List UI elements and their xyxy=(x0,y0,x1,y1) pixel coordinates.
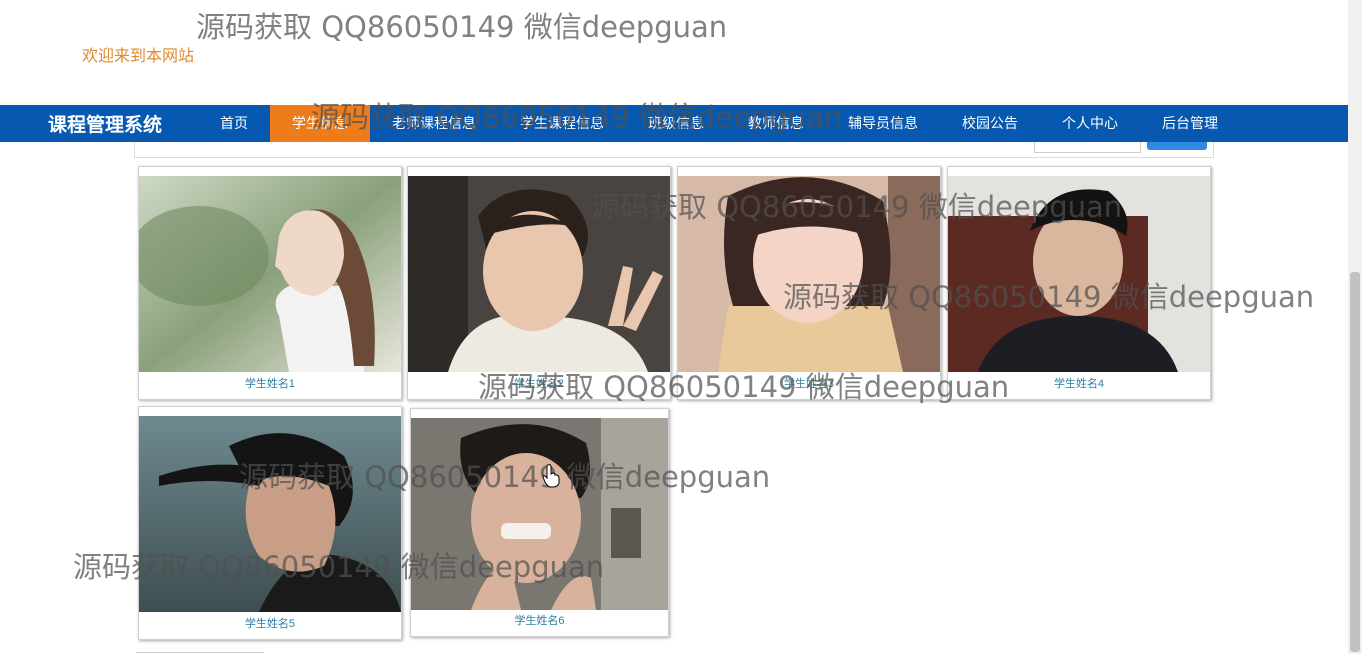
watermark-text: 源码获取 QQ86050149 微信deepguan xyxy=(311,100,843,134)
watermark-text: 源码获取 QQ86050149 微信deepguan xyxy=(239,460,771,494)
nav-home[interactable]: 首页 xyxy=(198,105,270,142)
search-input[interactable] xyxy=(1034,142,1141,153)
watermark-text: 源码获取 QQ86050149 微信deepguan xyxy=(73,550,605,584)
hand-cursor-icon xyxy=(542,464,560,493)
student-name[interactable]: 学生姓名1 xyxy=(139,375,401,391)
nav-counselor-info[interactable]: 辅导员信息 xyxy=(826,105,940,142)
student-photo[interactable] xyxy=(139,176,401,372)
nav-admin[interactable]: 后台管理 xyxy=(1140,105,1240,142)
watermark-text: 源码获取 QQ86050149 微信deepguan xyxy=(783,280,1315,314)
footer-divider xyxy=(136,652,264,653)
scrollbar-thumb[interactable] xyxy=(1350,272,1360,652)
nav-campus-notice[interactable]: 校园公告 xyxy=(940,105,1040,142)
student-name[interactable]: 学生姓名6 xyxy=(411,612,668,628)
student-card[interactable]: 学生姓名6 xyxy=(410,408,669,637)
watermark-text: 源码获取 QQ86050149 微信deepguan xyxy=(591,190,1123,224)
welcome-text: 欢迎来到本网站 xyxy=(82,48,195,65)
watermark-text: 源码获取 QQ86050149 微信deepguan xyxy=(478,370,1010,404)
watermark-text: 源码获取 QQ86050149 微信deepguan xyxy=(196,10,728,44)
search-button[interactable] xyxy=(1147,142,1207,150)
nav-personal-center[interactable]: 个人中心 xyxy=(1040,105,1140,142)
student-card[interactable]: 学生姓名5 xyxy=(138,406,402,640)
student-name[interactable]: 学生姓名5 xyxy=(139,615,401,631)
student-card[interactable]: 学生姓名1 xyxy=(138,166,402,400)
page-scrollbar[interactable] xyxy=(1348,0,1362,654)
site-brand[interactable]: 课程管理系统 xyxy=(0,110,190,137)
